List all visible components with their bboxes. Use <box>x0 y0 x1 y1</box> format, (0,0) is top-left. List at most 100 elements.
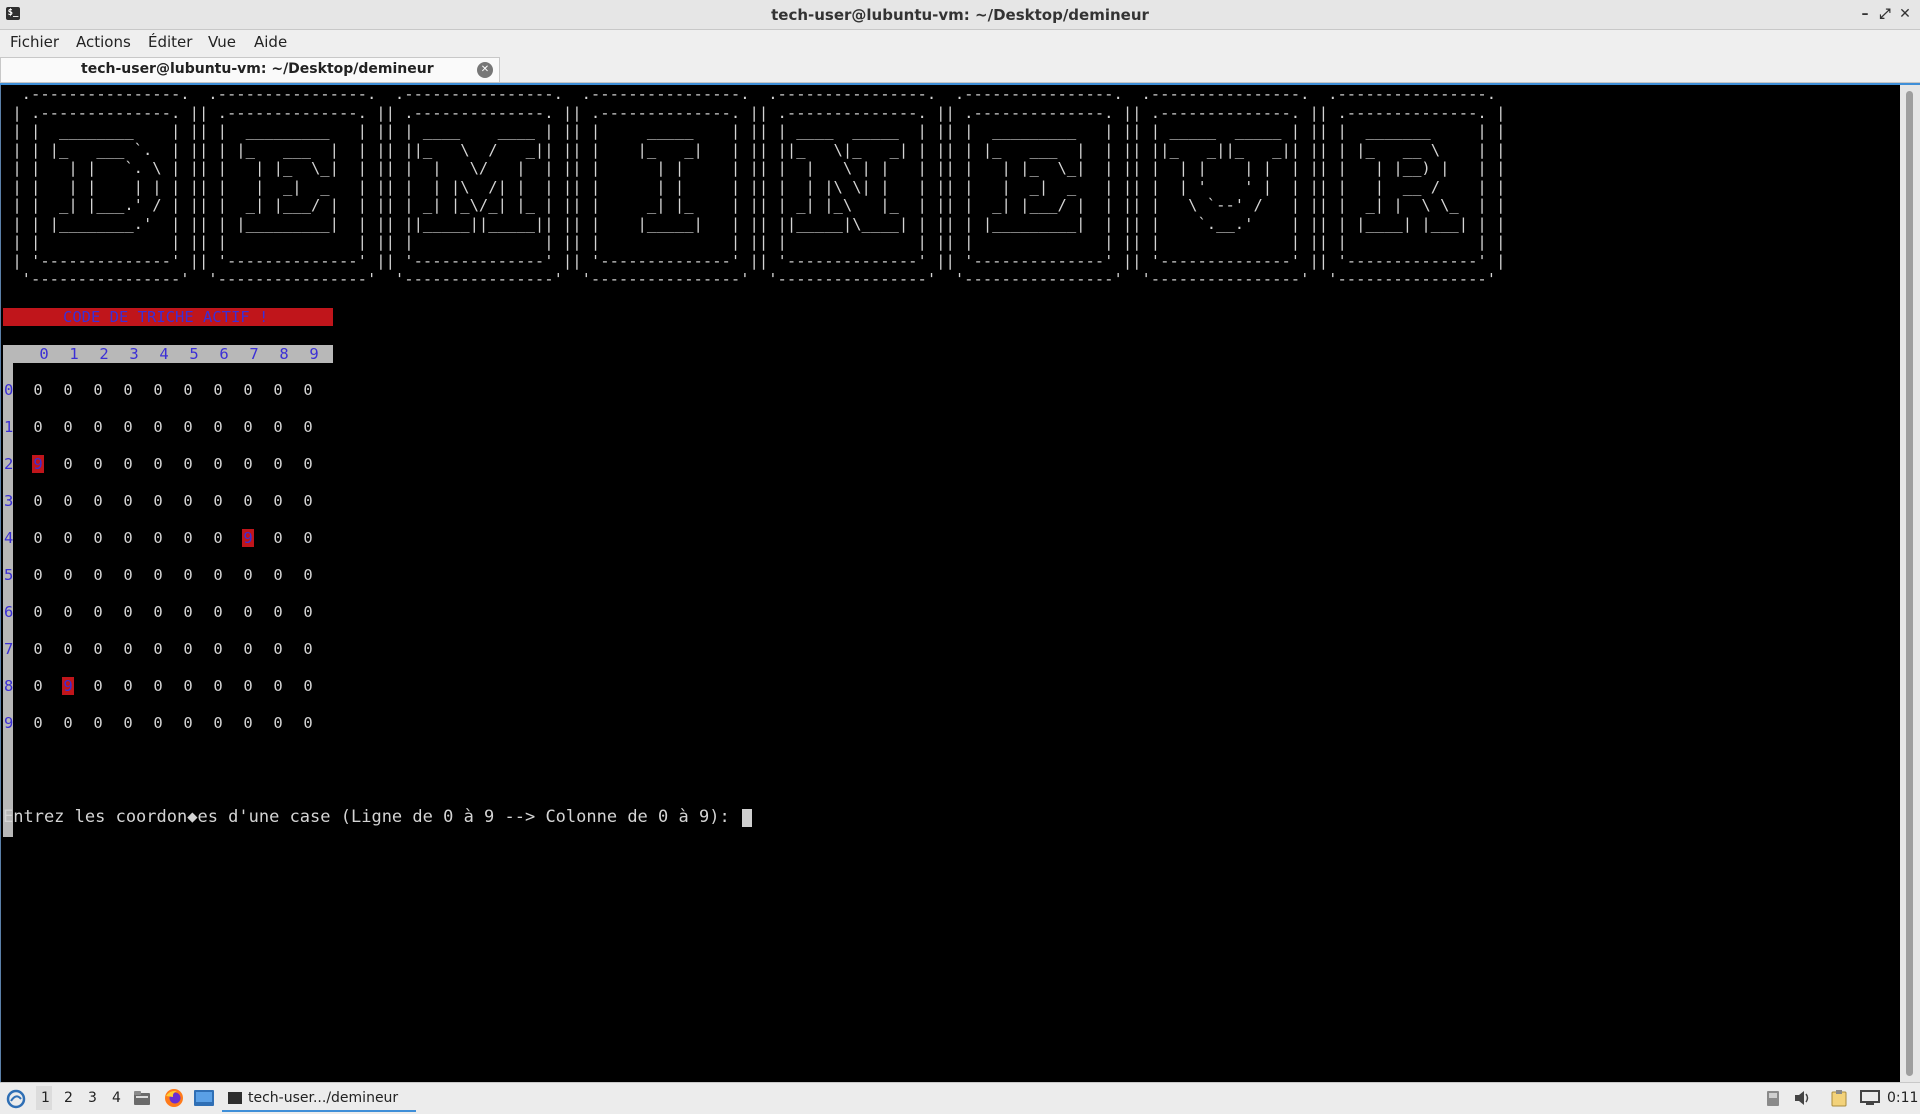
grid-cell: 0 <box>243 603 253 621</box>
column-header: 4 <box>159 345 169 363</box>
grid-cell: 0 <box>303 566 313 584</box>
grid-cell: 0 <box>63 529 73 547</box>
row-label: 4 <box>4 529 14 547</box>
maximize-button[interactable]: ⤢ <box>1876 5 1894 23</box>
row-label: 7 <box>4 640 14 658</box>
terminal-scrollbar[interactable] <box>1900 85 1920 1082</box>
grid-cell: 0 <box>123 455 133 473</box>
grid-cell: 0 <box>303 714 313 732</box>
row-label: 6 <box>4 603 14 621</box>
window-title: tech-user@lubuntu-vm: ~/Desktop/demineur <box>771 6 1149 24</box>
demineur-ascii-banner: .----------------. .----------------. .-… <box>12 85 1506 288</box>
menu-fichier[interactable]: Fichier <box>10 33 59 51</box>
grid-cell: 0 <box>63 714 73 732</box>
grid-cell: 0 <box>213 603 223 621</box>
lubuntu-menu-icon[interactable] <box>6 1089 26 1109</box>
grid-cell: 0 <box>213 455 223 473</box>
grid-cell: 0 <box>63 455 73 473</box>
workspace-1[interactable]: 1 <box>41 1090 50 1106</box>
grid-cell-mine: 9 <box>32 455 44 473</box>
grid-cell: 0 <box>123 492 133 510</box>
grid-cell-mine: 9 <box>242 529 254 547</box>
workspace-3[interactable]: 3 <box>88 1090 97 1106</box>
grid-cell: 0 <box>273 566 283 584</box>
grid-cell: 0 <box>213 677 223 695</box>
grid-cell: 0 <box>213 566 223 584</box>
grid-cell: 0 <box>93 529 103 547</box>
row-label: 9 <box>4 714 14 732</box>
grid-cell: 0 <box>243 566 253 584</box>
grid-cell: 0 <box>243 418 253 436</box>
tab-close-icon[interactable]: ✕ <box>477 62 493 78</box>
grid-cell: 0 <box>123 603 133 621</box>
grid-cell: 0 <box>273 492 283 510</box>
terminal-tab[interactable]: tech-user@lubuntu-vm: ~/Desktop/demineur… <box>0 57 500 82</box>
grid-cell: 0 <box>123 566 133 584</box>
column-header: 1 <box>69 345 79 363</box>
menu-vue[interactable]: Vue <box>208 33 236 51</box>
tab-label: tech-user@lubuntu-vm: ~/Desktop/demineur <box>81 61 434 77</box>
grid-cell: 0 <box>183 566 193 584</box>
file-manager-icon[interactable] <box>133 1090 151 1106</box>
grid-cell: 0 <box>303 677 313 695</box>
terminal-view[interactable]: .----------------. .----------------. .-… <box>0 85 1900 1082</box>
grid-cell: 0 <box>213 714 223 732</box>
grid-cell: 0 <box>273 714 283 732</box>
desktop-icon[interactable] <box>194 1090 214 1106</box>
grid-cell: 0 <box>183 381 193 399</box>
cheat-code-banner: CODE DE TRICHE ACTIF ! <box>3 308 333 326</box>
scrollbar-thumb[interactable] <box>1906 91 1913 1076</box>
menu-actions[interactable]: Actions <box>76 33 131 51</box>
grid-cell: 0 <box>153 640 163 658</box>
grid-cell: 0 <box>243 381 253 399</box>
grid-cell: 0 <box>153 529 163 547</box>
taskbar-terminal-task[interactable]: tech-user.../demineur <box>222 1084 416 1112</box>
grid-cell: 0 <box>63 418 73 436</box>
firefox-icon[interactable] <box>164 1088 184 1108</box>
workspace-2[interactable]: 2 <box>64 1090 73 1106</box>
grid-cell: 0 <box>93 640 103 658</box>
row-label: 2 <box>4 455 14 473</box>
grid-cell: 0 <box>93 714 103 732</box>
task-label: tech-user.../demineur <box>248 1090 399 1106</box>
grid-cell: 0 <box>303 381 313 399</box>
workspace-4[interactable]: 4 <box>112 1090 121 1106</box>
grid-cell: 0 <box>93 492 103 510</box>
grid-cell: 0 <box>153 566 163 584</box>
window-titlebar: $_ tech-user@lubuntu-vm: ~/Desktop/demin… <box>0 0 1920 30</box>
grid-cell: 0 <box>93 455 103 473</box>
grid-cell: 0 <box>273 529 283 547</box>
menu-aide[interactable]: Aide <box>254 33 287 51</box>
disk-icon[interactable] <box>1766 1090 1780 1107</box>
grid-cell: 0 <box>273 455 283 473</box>
grid-cell: 0 <box>123 529 133 547</box>
grid-cell: 0 <box>213 381 223 399</box>
clock: 0:11 <box>1887 1090 1919 1106</box>
column-header: 6 <box>219 345 229 363</box>
minimize-button[interactable]: – <box>1856 5 1874 23</box>
close-window-button[interactable]: ✕ <box>1896 5 1914 23</box>
column-header: 2 <box>99 345 109 363</box>
grid-cell: 0 <box>93 381 103 399</box>
grid-cell: 0 <box>93 566 103 584</box>
grid-cell: 0 <box>243 455 253 473</box>
text-cursor[interactable] <box>742 809 752 827</box>
grid-cell: 0 <box>33 640 43 658</box>
grid-cell: 0 <box>183 640 193 658</box>
cheat-code-text: CODE DE TRICHE ACTIF ! <box>63 308 269 326</box>
clipboard-icon[interactable] <box>1830 1090 1850 1107</box>
grid-cell: 0 <box>243 492 253 510</box>
grid-cell: 0 <box>93 677 103 695</box>
grid-cell: 0 <box>183 418 193 436</box>
grid-cell: 0 <box>273 381 283 399</box>
grid-cell: 0 <box>153 418 163 436</box>
volume-icon[interactable] <box>1794 1090 1812 1106</box>
grid-cell: 0 <box>123 677 133 695</box>
display-icon[interactable] <box>1860 1090 1880 1106</box>
grid-cell: 0 <box>303 455 313 473</box>
grid-cell: 0 <box>153 677 163 695</box>
grid-cell: 0 <box>243 677 253 695</box>
column-header: 0 <box>39 345 49 363</box>
grid-cell: 0 <box>213 492 223 510</box>
menu-editer[interactable]: Éditer <box>148 33 192 51</box>
